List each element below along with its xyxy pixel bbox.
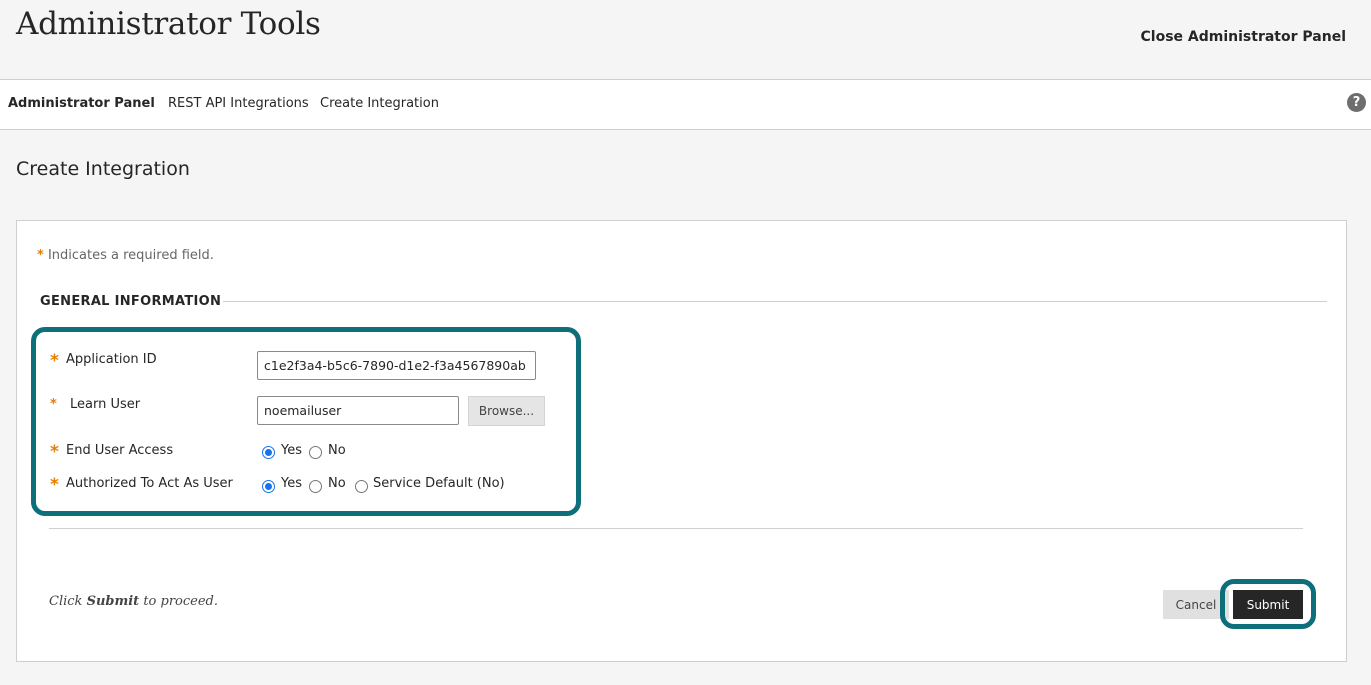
authorized-yes-radio[interactable] <box>262 480 275 493</box>
required-asterisk: * <box>37 248 44 263</box>
section-divider <box>223 301 1327 302</box>
authorized-no-label: No <box>328 476 346 491</box>
application-id-label: Application ID <box>66 352 157 367</box>
breadcrumb-rest-api-integrations[interactable]: REST API Integrations <box>168 96 309 111</box>
help-icon[interactable]: ? <box>1347 93 1366 112</box>
submit-note-bold: Submit <box>86 594 140 609</box>
end-user-access-yes-label: Yes <box>281 443 302 458</box>
authorized-to-act-label: Authorized To Act As User <box>66 476 233 491</box>
required-star-icon: * <box>50 442 59 462</box>
submit-instruction: Click Submit to proceed. <box>49 594 218 609</box>
top-header: Administrator Tools Close Administrator … <box>0 0 1371 80</box>
required-star-icon: * <box>50 351 59 371</box>
browse-button[interactable]: Browse... <box>468 396 545 426</box>
breadcrumb-administrator-panel[interactable]: Administrator Panel <box>8 96 155 111</box>
breadcrumb: Administrator Panel REST API Integration… <box>0 80 1371 130</box>
authorized-service-default-label: Service Default (No) <box>373 476 505 491</box>
submit-note-suffix: to proceed. <box>139 594 219 609</box>
authorized-yes-label: Yes <box>281 476 302 491</box>
end-user-access-no-radio[interactable] <box>309 446 322 459</box>
learn-user-input[interactable] <box>257 396 459 425</box>
close-administrator-panel-link[interactable]: Close Administrator Panel <box>1141 29 1346 45</box>
end-user-access-yes-radio[interactable] <box>262 446 275 459</box>
page-title: Create Integration <box>16 158 190 180</box>
section-heading-general-information: GENERAL INFORMATION <box>40 294 222 309</box>
required-note-text: Indicates a required field. <box>47 248 214 263</box>
required-field-note: * Indicates a required field. <box>37 248 214 263</box>
end-user-access-label: End User Access <box>66 443 174 458</box>
required-star-icon: * <box>50 397 57 412</box>
application-id-input[interactable] <box>257 351 536 380</box>
authorized-no-radio[interactable] <box>309 480 322 493</box>
end-user-access-no-label: No <box>328 443 346 458</box>
form-divider <box>49 528 1303 529</box>
app-title: Administrator Tools <box>16 6 321 42</box>
create-integration-form: * Indicates a required field. GENERAL IN… <box>16 220 1347 662</box>
submit-note-prefix: Click <box>49 594 87 609</box>
breadcrumb-create-integration: Create Integration <box>320 96 439 111</box>
learn-user-label: Learn User <box>70 397 141 412</box>
required-star-icon: * <box>50 475 59 495</box>
authorized-service-default-radio[interactable] <box>355 480 368 493</box>
submit-button[interactable]: Submit <box>1233 590 1303 619</box>
